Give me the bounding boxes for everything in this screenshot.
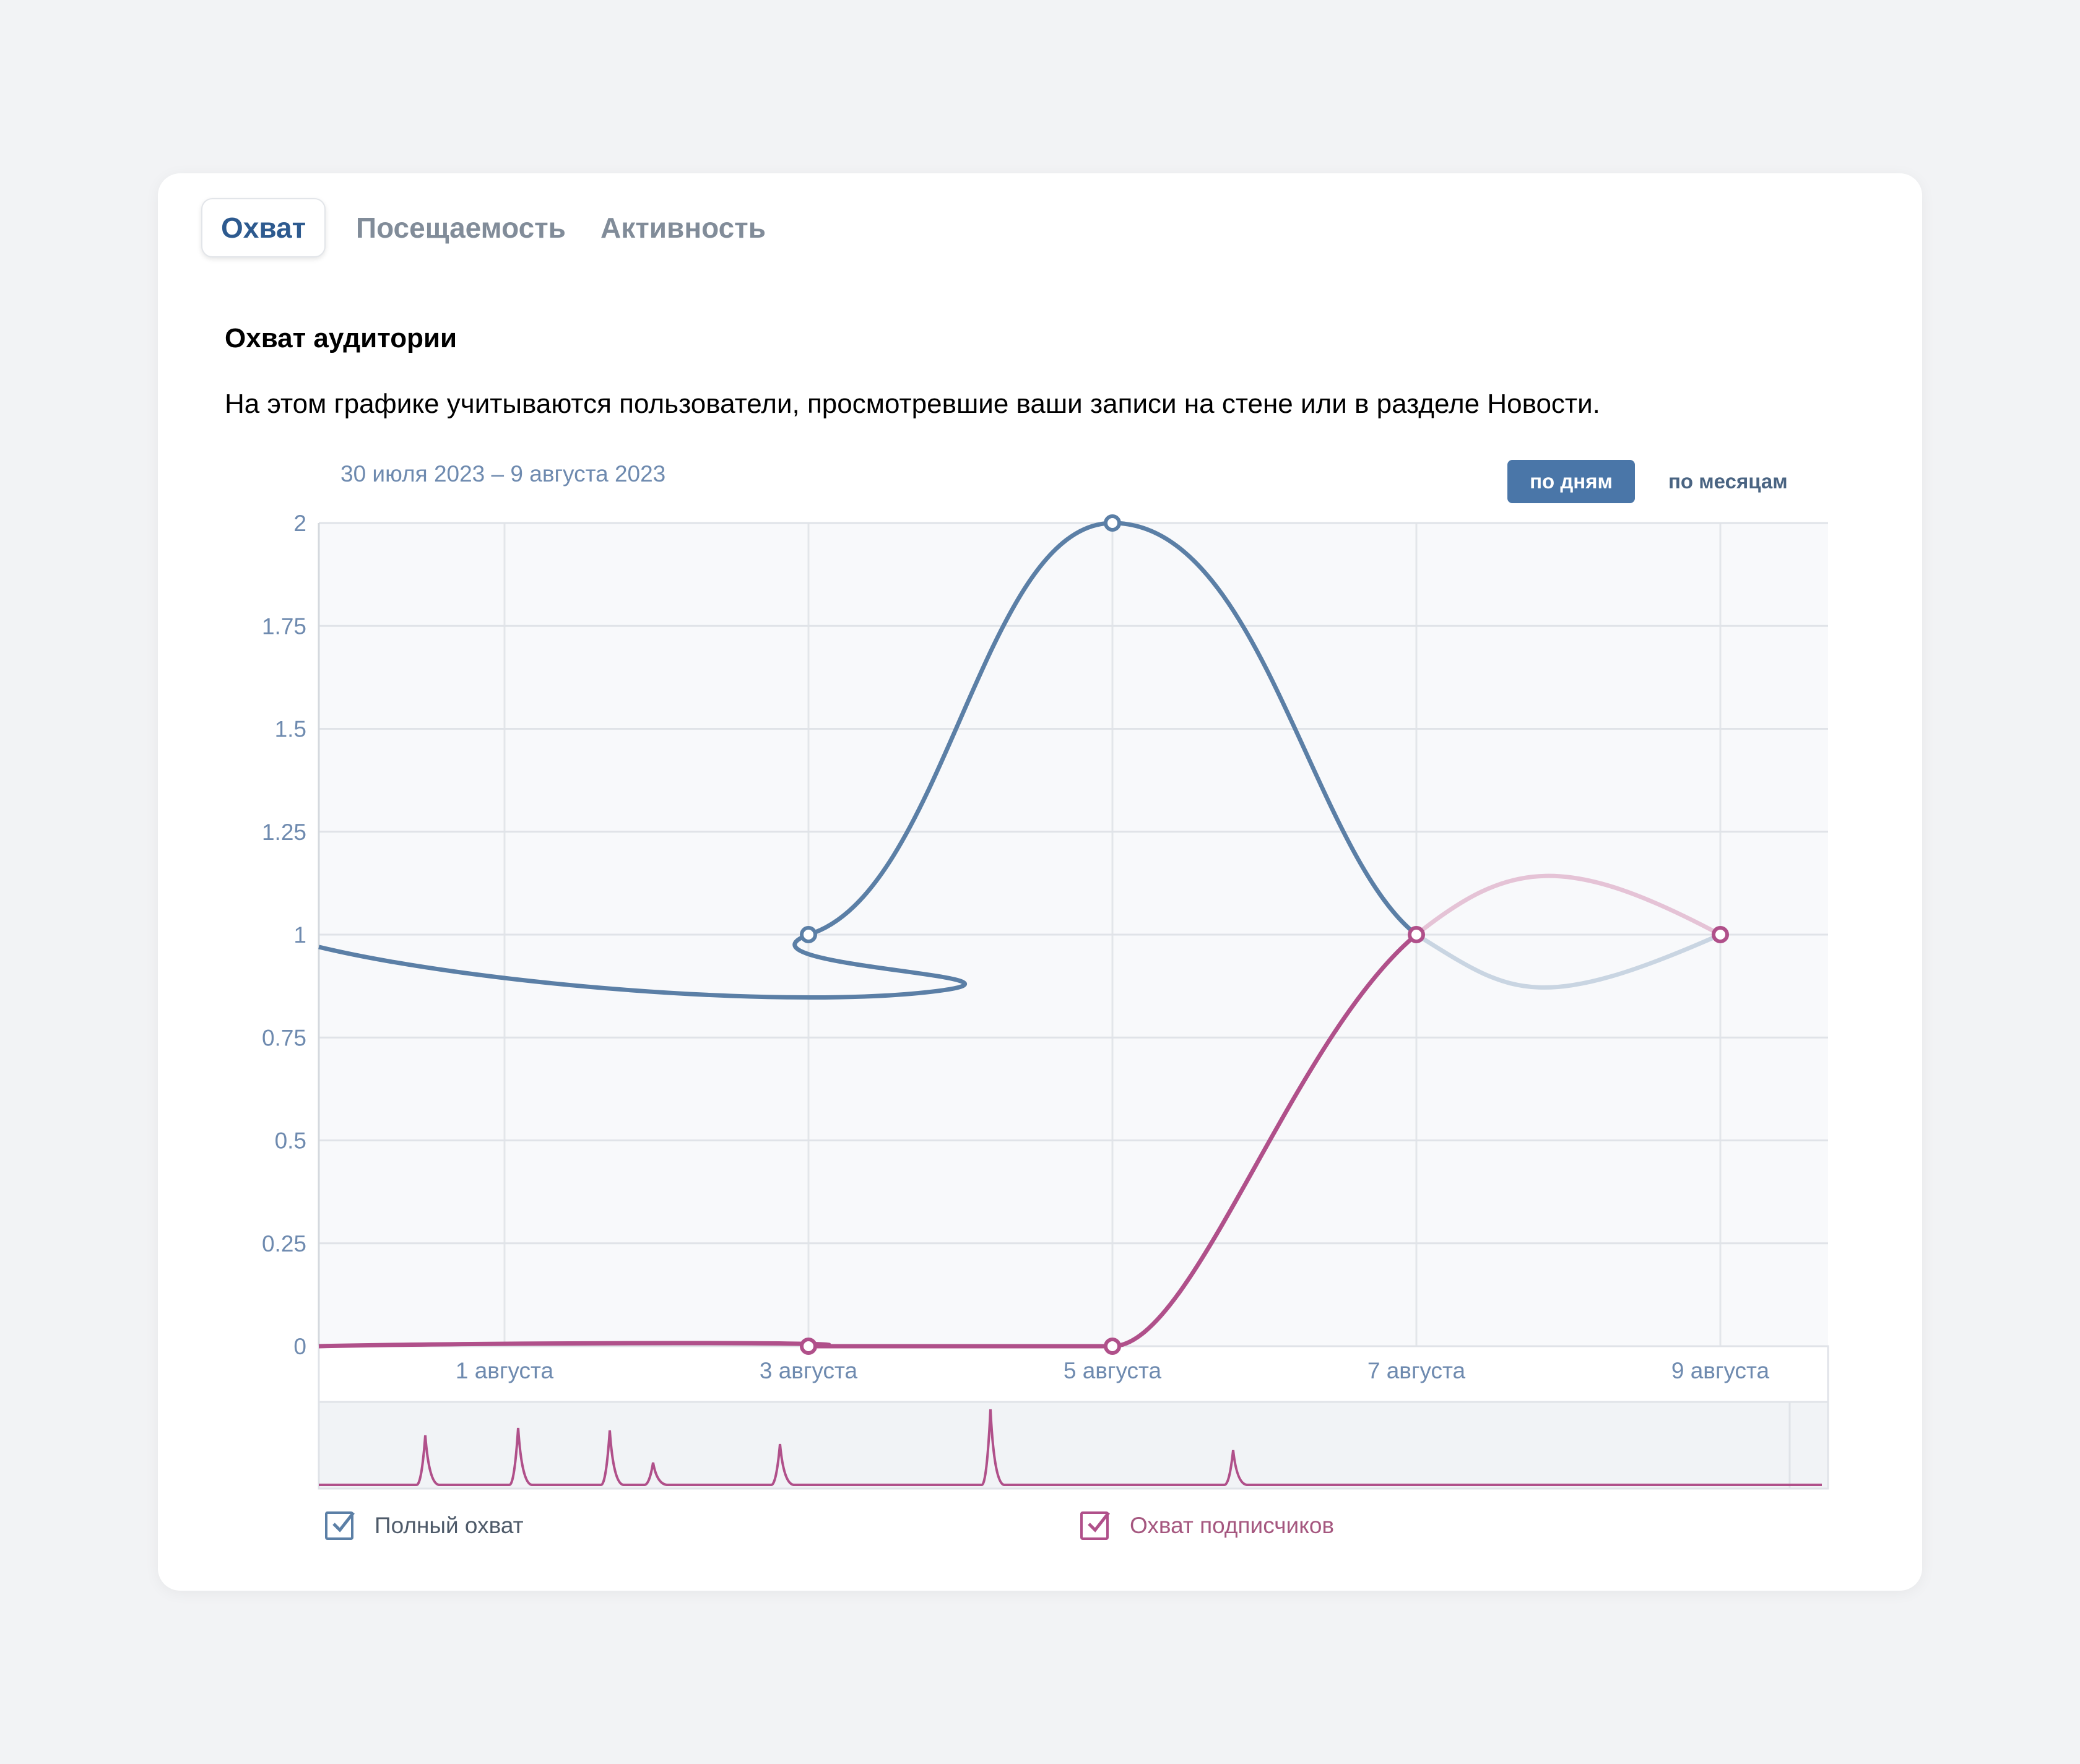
subscribers-reach-point	[1104, 1338, 1121, 1355]
subscribers-reach-point	[1408, 926, 1425, 943]
full-reach-point	[800, 926, 817, 943]
legend-label: Охват подписчиков	[1130, 1513, 1335, 1538]
full-reach-point	[1104, 514, 1121, 532]
checkbox-icon[interactable]	[325, 1511, 355, 1540]
x-tick-label: 1 августа	[456, 1358, 554, 1383]
x-tick-label: 3 августа	[760, 1358, 858, 1383]
x-tick-label: 5 августа	[1064, 1358, 1162, 1383]
legend-label: Полный охват	[375, 1513, 524, 1538]
y-tick-label: 1.5	[275, 717, 306, 742]
y-tick-label: 0.25	[262, 1231, 306, 1256]
checkbox-icon[interactable]	[1080, 1511, 1110, 1540]
y-tick-label: 1	[293, 922, 306, 948]
navigator-strip	[318, 1401, 1829, 1490]
y-tick-label: 0.5	[275, 1128, 306, 1154]
y-tick-label: 1.25	[262, 819, 306, 845]
y-tick-label: 2	[293, 511, 306, 536]
subscribers-reach-point	[800, 1338, 817, 1355]
y-tick-label: 0.75	[262, 1025, 306, 1050]
reach-chart: 0 0.25 0.5 0.75 1 1.25 1.5 1.75 2 1 августа 3 авгу…	[262, 511, 1829, 1490]
y-tick-label: 0	[293, 1334, 306, 1359]
y-tick-label: 1.75	[262, 613, 306, 639]
subscribers-reach-point	[1712, 926, 1729, 943]
x-tick-label: 7 августа	[1367, 1358, 1466, 1383]
statistics-card: Охват Посещаемость Активность Охват ауди…	[158, 173, 1922, 1591]
x-tick-label: 9 августа	[1671, 1358, 1770, 1383]
